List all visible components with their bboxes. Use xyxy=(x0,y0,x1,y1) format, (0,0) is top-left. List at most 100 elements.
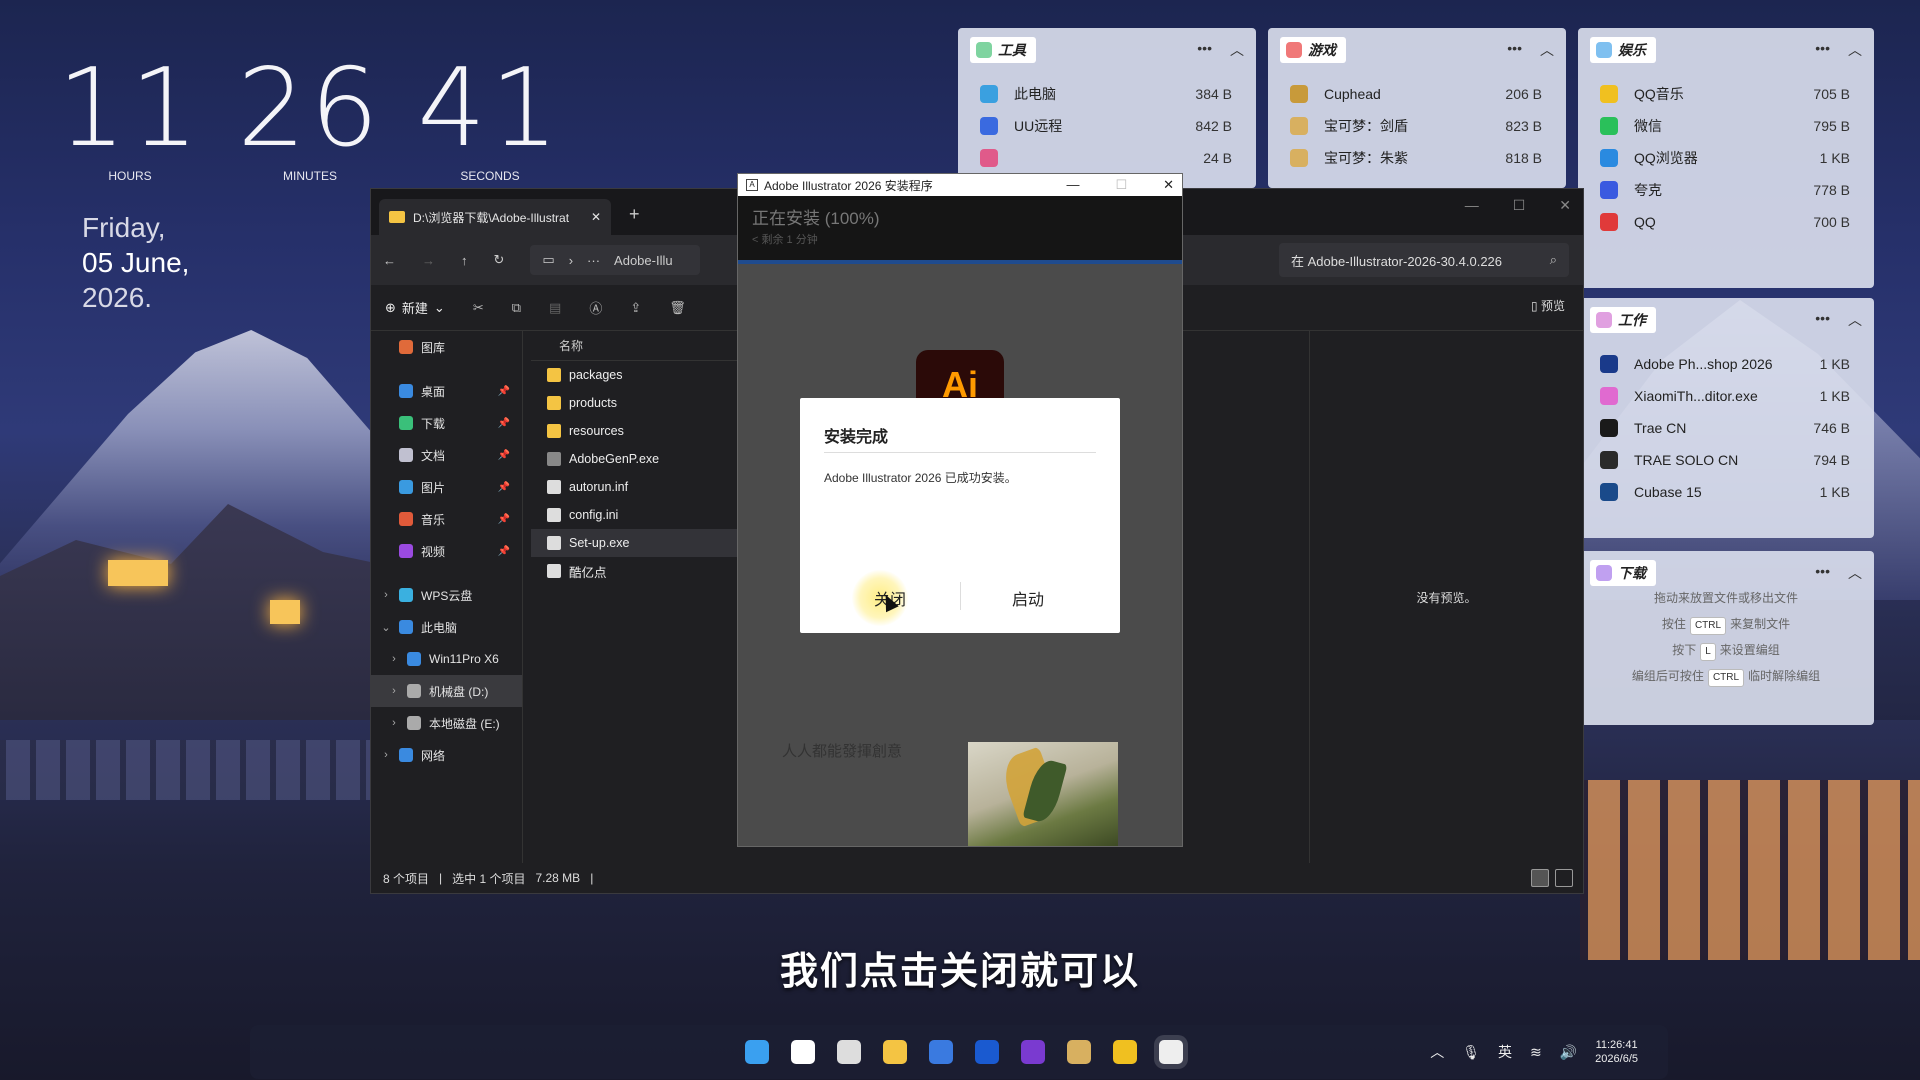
widget-title[interactable]: 娱乐 xyxy=(1590,37,1656,63)
widget-item[interactable]: 宝可梦：朱紫 818 B xyxy=(1280,142,1554,174)
sidebar-item[interactable]: 桌面 📌 xyxy=(371,375,522,407)
more-icon[interactable]: ••• xyxy=(1815,563,1830,583)
collapse-icon[interactable]: ︿ xyxy=(1230,40,1244,60)
file-row[interactable]: 酷亿点 xyxy=(531,557,761,585)
qq-music-icon[interactable] xyxy=(1113,1040,1137,1064)
back-icon[interactable]: ← xyxy=(383,253,396,268)
widget-item[interactable]: 微信 795 B xyxy=(1590,110,1862,142)
collapse-icon[interactable]: ︿ xyxy=(1848,310,1862,330)
more-icon[interactable]: ••• xyxy=(1507,40,1522,60)
obsidian-icon[interactable] xyxy=(1021,1040,1045,1064)
new-tab-icon[interactable]: + xyxy=(629,204,640,225)
details-view-icon[interactable] xyxy=(1531,869,1549,887)
file-row[interactable]: Set-up.exe xyxy=(531,529,761,557)
taskbar-clock[interactable]: 11:26:41 2026/6/5 xyxy=(1595,1038,1638,1066)
widget-title[interactable]: 工作 xyxy=(1590,307,1656,333)
browser-icon[interactable] xyxy=(929,1040,953,1064)
refresh-icon[interactable]: ↻ xyxy=(494,252,505,268)
sidebar-item[interactable]: › Win11Pro X6 xyxy=(371,643,522,675)
delete-icon[interactable]: 🗑 xyxy=(669,300,686,316)
explorer-tab[interactable]: D:\浏览器下载\Adobe-Illustrat ✕ xyxy=(379,199,611,235)
widget-item[interactable]: 24 B xyxy=(970,142,1244,174)
share-icon[interactable]: ⇪ xyxy=(630,300,641,316)
sidebar-item[interactable]: 图库 xyxy=(371,331,522,363)
sidebar-item[interactable]: 下载 📌 xyxy=(371,407,522,439)
widget-item[interactable]: Adobe Ph...shop 2026 1 KB xyxy=(1590,348,1862,380)
file-explorer-icon[interactable] xyxy=(883,1040,907,1064)
widget-item[interactable]: Trae CN 746 B xyxy=(1590,412,1862,444)
address-bar[interactable]: ▭ › ··· Adobe-Illu xyxy=(530,245,701,275)
file-row[interactable]: products xyxy=(531,389,761,417)
widget-title[interactable]: 工具 xyxy=(970,37,1036,63)
minimize-icon[interactable]: — xyxy=(1465,197,1479,214)
widget-item[interactable]: QQ浏览器 1 KB xyxy=(1590,142,1862,174)
file-row[interactable]: autorun.inf xyxy=(531,473,761,501)
sidebar-item[interactable]: 视频 📌 xyxy=(371,535,522,567)
paste-icon[interactable]: ▤ xyxy=(549,300,561,316)
more-icon[interactable]: ••• xyxy=(1815,40,1830,60)
launch-button[interactable]: 启动 xyxy=(1012,586,1044,610)
widget-item[interactable]: UU远程 842 B xyxy=(970,110,1244,142)
more-icon[interactable]: ··· xyxy=(587,253,600,268)
sidebar-item[interactable]: 文档 📌 xyxy=(371,439,522,471)
widget-title[interactable]: 下载 xyxy=(1590,560,1656,586)
close-icon[interactable]: ✕ xyxy=(1559,197,1571,214)
file-row[interactable]: packages xyxy=(531,361,761,389)
expand-chevron-icon[interactable]: › xyxy=(377,749,395,761)
volume-icon[interactable]: 🔊 xyxy=(1560,1044,1577,1061)
adobe-installer-icon[interactable] xyxy=(1159,1040,1183,1064)
widget-item[interactable]: QQ 700 B xyxy=(1590,206,1862,238)
file-row[interactable]: AdobeGenP.exe xyxy=(531,445,761,473)
widget-item[interactable]: Cubase 15 1 KB xyxy=(1590,476,1862,508)
more-icon[interactable]: ••• xyxy=(1815,310,1830,330)
collapse-icon[interactable]: ︿ xyxy=(1848,563,1862,583)
wifi-icon[interactable]: ≋ xyxy=(1530,1044,1542,1061)
expand-chevron-icon[interactable]: › xyxy=(377,589,395,601)
widget-title[interactable]: 游戏 xyxy=(1280,37,1346,63)
cut-icon[interactable]: ✂ xyxy=(473,300,484,316)
close-tab-icon[interactable]: ✕ xyxy=(591,210,601,224)
sidebar-item[interactable]: › 本地磁盘 (E:) xyxy=(371,707,522,739)
column-header-name[interactable]: 名称 xyxy=(531,331,761,361)
more-icon[interactable]: ••• xyxy=(1197,40,1212,60)
sidebar-item[interactable]: 图片 📌 xyxy=(371,471,522,503)
expand-chevron-icon[interactable]: ⌄ xyxy=(377,621,395,634)
expand-chevron-icon[interactable]: › xyxy=(385,653,403,665)
widget-item[interactable]: Cuphead 206 B xyxy=(1280,78,1554,110)
sidebar-item[interactable]: 音乐 📌 xyxy=(371,503,522,535)
close-icon[interactable]: ✕ xyxy=(1163,177,1174,193)
widget-downloads[interactable]: 下载 ••• ︿ 拖动来放置文件或移出文件 按住 CTRL 来复制文件 按下 L 来设置编… xyxy=(1578,551,1874,725)
copy-icon[interactable]: ⧉ xyxy=(512,300,521,316)
tiles-view-icon[interactable] xyxy=(1555,869,1573,887)
up-icon[interactable]: ↑ xyxy=(461,253,468,268)
sidebar-item[interactable]: › WPS云盘 xyxy=(371,579,522,611)
widget-item[interactable]: TRAE SOLO CN 794 B xyxy=(1590,444,1862,476)
widget-item[interactable]: QQ音乐 705 B xyxy=(1590,78,1862,110)
search-input[interactable]: 在 Adobe-Illustrator-2026-30.4.0.226 ⌕ xyxy=(1279,243,1569,277)
input-method-indicator[interactable]: 英 xyxy=(1498,1042,1512,1062)
widget-item[interactable]: 宝可梦：剑盾 823 B xyxy=(1280,110,1554,142)
maximize-icon[interactable]: ☐ xyxy=(1513,197,1526,214)
pokemon-icon[interactable] xyxy=(1067,1040,1091,1064)
expand-chevron-icon[interactable]: › xyxy=(385,685,403,697)
task-view-icon[interactable] xyxy=(837,1040,861,1064)
chevron-up-icon[interactable]: ︿ xyxy=(1430,1042,1444,1062)
expand-chevron-icon[interactable]: › xyxy=(385,717,403,729)
widget-item[interactable]: 此电脑 384 B xyxy=(970,78,1244,110)
widget-item[interactable]: XiaomiTh...ditor.exe 1 KB xyxy=(1590,380,1862,412)
new-button[interactable]: ⊕ 新建 ⌄ xyxy=(385,298,445,317)
search-icon[interactable] xyxy=(791,1040,815,1064)
windows-start-icon[interactable] xyxy=(745,1040,769,1064)
sidebar-item[interactable]: › 机械盘 (D:) xyxy=(371,675,522,707)
file-row[interactable]: config.ini xyxy=(531,501,761,529)
file-row[interactable]: resources xyxy=(531,417,761,445)
sidebar-item[interactable]: › 网络 xyxy=(371,739,522,771)
microphone-icon[interactable]: 🎙 xyxy=(1462,1044,1480,1061)
collapse-icon[interactable]: ︿ xyxy=(1540,40,1554,60)
minimize-icon[interactable]: — xyxy=(1066,177,1079,193)
preview-button[interactable]: ▯ 预览 xyxy=(1531,297,1565,314)
collapse-icon[interactable]: ︿ xyxy=(1848,40,1862,60)
rename-icon[interactable]: Ⓐ xyxy=(589,298,602,317)
forward-icon[interactable]: → xyxy=(422,253,435,268)
sidebar-item[interactable]: ⌄ 此电脑 xyxy=(371,611,522,643)
